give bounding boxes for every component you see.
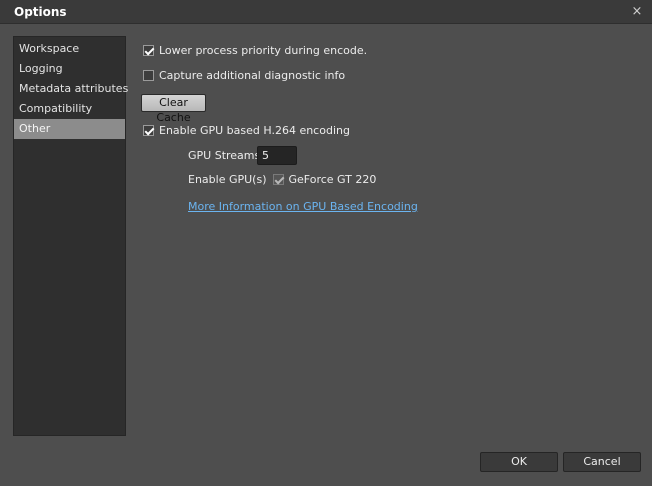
cancel-button[interactable]: Cancel: [563, 452, 641, 472]
gpu-encoding-info-link[interactable]: More Information on GPU Based Encoding: [188, 200, 418, 213]
lower-priority-checkbox[interactable]: [143, 45, 154, 56]
gpu-streams-label: GPU Streams: [188, 149, 261, 162]
diagnostic-checkbox[interactable]: [143, 70, 154, 81]
sidebar-item-metadata-attributes[interactable]: Metadata attributes: [14, 79, 128, 99]
gpu-streams-input[interactable]: 5: [257, 146, 297, 165]
sidebar-item-compatibility[interactable]: Compatibility: [14, 99, 125, 119]
gpu-device-name: GeForce GT 220: [288, 173, 377, 186]
lower-priority-label: Lower process priority during encode.: [159, 44, 368, 57]
gpu-encoding-checkbox[interactable]: [143, 125, 154, 136]
enable-gpus-row: Enable GPU(s) GeForce GT 220: [188, 173, 376, 186]
options-sidebar: Workspace Logging Metadata attributes Co…: [13, 36, 128, 436]
lower-priority-option[interactable]: Lower process priority during encode.: [143, 44, 367, 57]
sidebar-item-logging[interactable]: Logging: [14, 59, 125, 79]
gpu-encoding-option[interactable]: Enable GPU based H.264 encoding: [143, 124, 350, 137]
enable-gpus-label: Enable GPU(s): [188, 173, 267, 186]
sidebar-item-workspace[interactable]: Workspace: [14, 39, 125, 59]
close-icon[interactable]: ×: [628, 3, 646, 21]
clear-cache-button[interactable]: Clear Cache: [141, 94, 206, 124]
diagnostic-label: Capture additional diagnostic info: [159, 69, 346, 82]
title-bar: Options ×: [0, 0, 652, 24]
diagnostic-option[interactable]: Capture additional diagnostic info: [143, 69, 345, 82]
sidebar-item-other[interactable]: Other: [14, 119, 125, 139]
gpu-streams-row: GPU Streams: [188, 149, 260, 162]
ok-button[interactable]: OK: [480, 452, 558, 472]
gpu-encoding-label: Enable GPU based H.264 encoding: [159, 124, 350, 137]
gpu-device-checkbox[interactable]: [272, 174, 284, 185]
window-title: Options: [14, 5, 67, 19]
